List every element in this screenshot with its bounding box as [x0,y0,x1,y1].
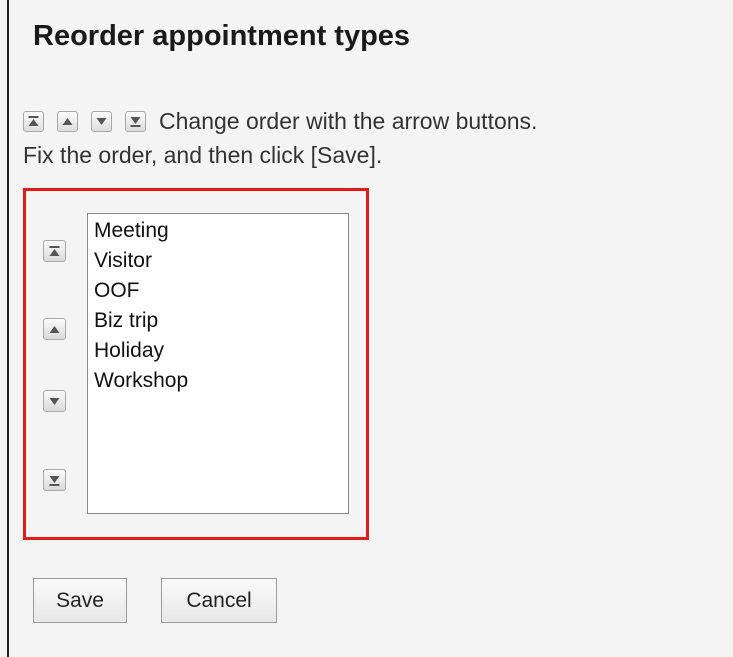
cancel-button[interactable]: Cancel [161,578,277,623]
move-to-bottom-button[interactable] [43,469,66,491]
instructions-line-1: Change order with the arrow buttons. [23,104,537,138]
move-up-icon [57,110,78,132]
list-item[interactable]: OOF [94,276,342,306]
move-top-icon [23,110,44,132]
move-down-icon [91,110,112,132]
instructions: Change order with the arrow buttons. Fix… [23,104,537,172]
page-title: Reorder appointment types [33,20,411,52]
move-top-icon [49,245,60,256]
move-down-icon [49,397,60,405]
list-item[interactable]: Biz trip [94,306,342,336]
page-frame: Reorder appointment types Change order w… [7,0,733,657]
list-item[interactable]: Workshop [94,366,342,396]
move-bottom-icon [125,110,146,132]
move-up-icon [49,325,60,333]
move-up-button[interactable] [43,318,66,340]
move-bottom-icon [49,475,60,486]
move-down-button[interactable] [43,390,66,412]
instructions-text-2: Fix the order, and then click [Save]. [23,142,383,168]
appointment-types-listbox[interactable]: Meeting Visitor OOF Biz trip Holiday Wor… [87,213,349,514]
list-item[interactable]: Holiday [94,336,342,366]
save-button[interactable]: Save [33,578,127,623]
reorder-panel: Meeting Visitor OOF Biz trip Holiday Wor… [23,188,369,540]
move-to-top-button[interactable] [43,240,66,262]
list-item[interactable]: Visitor [94,246,342,276]
instructions-text-1: Change order with the arrow buttons. [159,108,538,134]
list-item[interactable]: Meeting [94,216,342,246]
